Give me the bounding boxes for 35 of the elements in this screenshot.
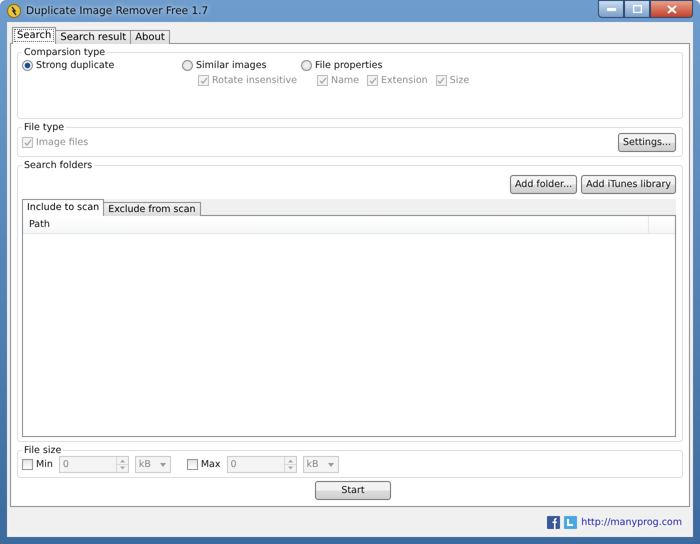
tab[interactable]: Include to scan: [22, 199, 104, 216]
radio-button[interactable]: File properties: [301, 60, 676, 71]
close-button[interactable]: [650, 0, 693, 18]
maximize-button[interactable]: [624, 0, 650, 18]
group-title: File size: [23, 445, 62, 456]
group-title: Search folders: [23, 160, 94, 171]
caret-icon: [160, 462, 166, 466]
maximize-icon: [632, 5, 642, 13]
add-button[interactable]: Add iTunes library: [581, 175, 676, 194]
checkmark-icon: [318, 76, 326, 84]
radio-button[interactable]: Similar images: [182, 60, 301, 71]
radio-button[interactable]: Strong duplicate: [22, 60, 182, 71]
checkmark-icon: [368, 76, 377, 84]
checkmark-icon: [24, 138, 32, 146]
facebook-icon[interactable]: [547, 516, 560, 528]
add-button[interactable]: Add folder...: [510, 175, 578, 194]
caret-icon: [328, 462, 334, 466]
minimize-icon: [606, 8, 616, 10]
window-title: Duplicate Image Remover Free 1.7: [26, 5, 208, 17]
settings-button[interactable]: Settings...: [618, 133, 676, 152]
group-title: Comparsion type: [23, 47, 106, 58]
group-title: File type: [23, 122, 66, 133]
checkbox[interactable]: Min: [22, 459, 53, 470]
checkbox[interactable]: Max: [186, 459, 220, 470]
tab[interactable]: Exclude from scan: [103, 202, 201, 216]
website-link[interactable]: http://manyprog.com: [581, 516, 682, 528]
minimize-button[interactable]: [598, 0, 624, 18]
app-icon: [7, 4, 21, 18]
start-button[interactable]: Start: [315, 481, 391, 500]
checkmark-icon: [200, 76, 208, 84]
tab[interactable]: Search result: [55, 30, 132, 44]
close-icon: [666, 4, 676, 14]
tab[interactable]: Search: [12, 27, 56, 44]
tab[interactable]: About: [130, 30, 170, 44]
checkmark-icon: [437, 76, 446, 84]
